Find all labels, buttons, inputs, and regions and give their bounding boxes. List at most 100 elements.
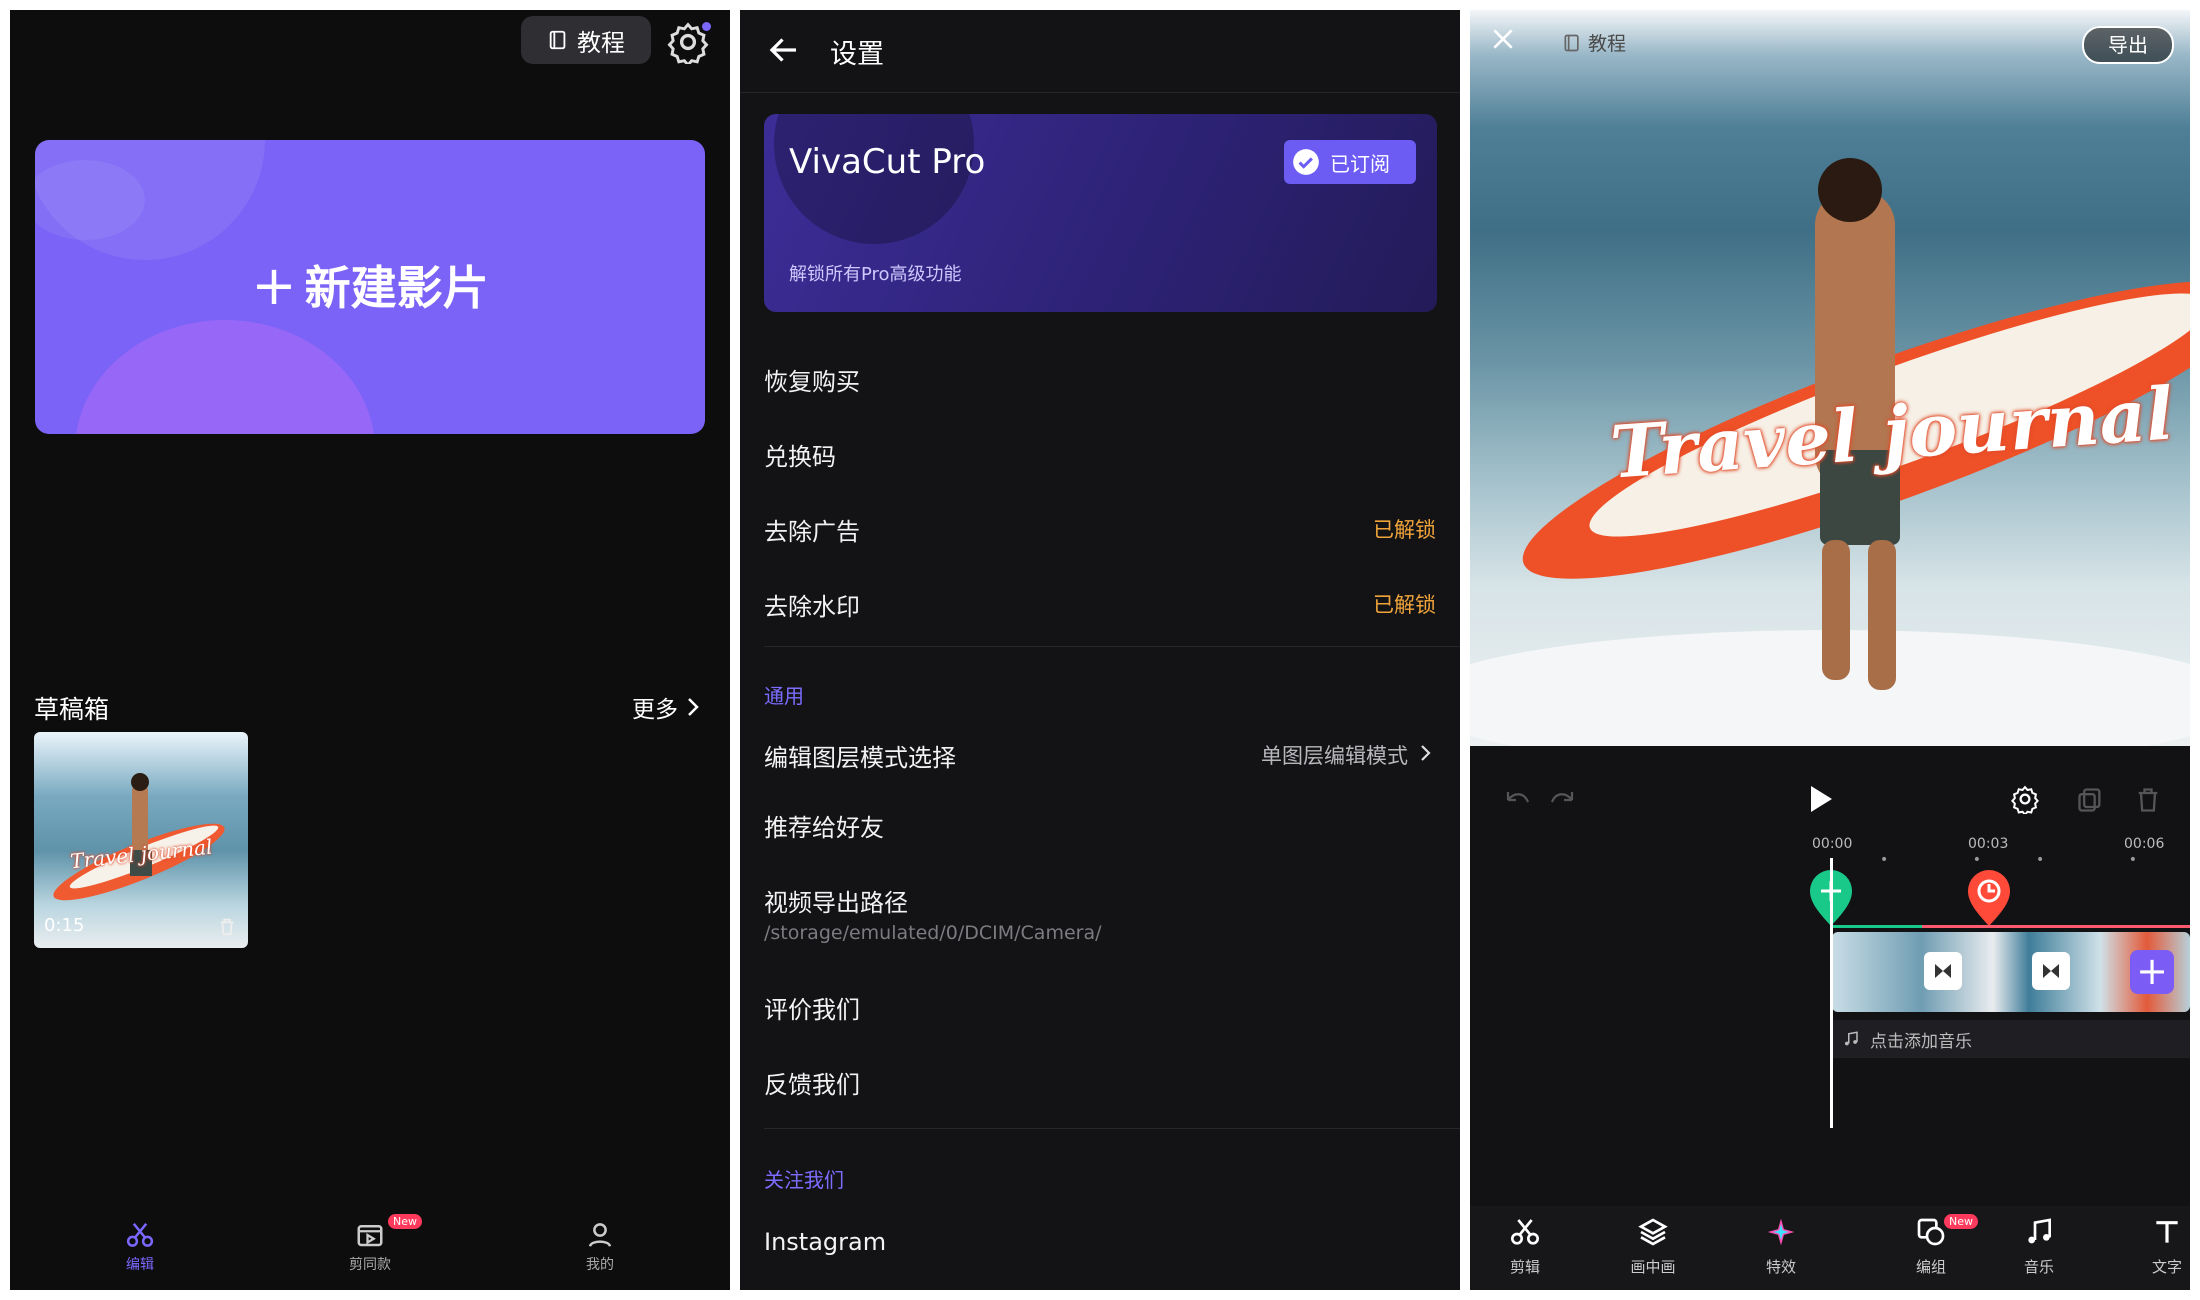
- tool-label: 音乐: [2023, 1258, 2054, 1276]
- nav-item-template[interactable]: 剪同款 New: [310, 1214, 430, 1274]
- new-project-title: + 新建影片: [35, 252, 705, 318]
- redo-icon[interactable]: [1550, 788, 1580, 810]
- gear-icon[interactable]: [2010, 784, 2040, 814]
- back-arrow-icon[interactable]: [766, 32, 802, 68]
- undo-icon[interactable]: [1500, 788, 1530, 810]
- divider: [740, 92, 1460, 93]
- add-clip-button[interactable]: +: [2130, 950, 2174, 994]
- chevron-right-icon: [1421, 745, 1431, 761]
- scissors-icon: [1511, 1219, 1539, 1245]
- transition-icon: [1935, 964, 1951, 978]
- notification-dot: [702, 22, 711, 31]
- nav-item-edit[interactable]: 编辑: [80, 1220, 200, 1274]
- close-icon[interactable]: [1490, 26, 1516, 52]
- book-icon: [1564, 34, 1579, 51]
- row-label: Instagram: [764, 1228, 887, 1256]
- settings-row-redeem[interactable]: 兑换码: [764, 437, 1436, 472]
- settings-row-instagram[interactable]: Instagram: [764, 1228, 1436, 1256]
- row-label: 编辑图层模式选择: [764, 744, 956, 772]
- row-label: 兑换码: [764, 443, 836, 471]
- new-badge: New: [1944, 1214, 1978, 1229]
- settings-row-remove-watermark[interactable]: 去除水印 已解锁: [764, 587, 1436, 622]
- effect-track-line: [1922, 925, 2190, 928]
- subscribed-badge: 已订阅: [1284, 140, 1416, 184]
- tool-text[interactable]: 文字: [2122, 1216, 2190, 1277]
- divider: [764, 1128, 1460, 1129]
- settings-row-recommend[interactable]: 推荐给好友: [764, 808, 1436, 843]
- music-note-icon: [2028, 1218, 2051, 1244]
- playback-controls: [1470, 770, 2190, 826]
- tool-group[interactable]: 编组 New: [1886, 1214, 1978, 1277]
- transition-button[interactable]: [1924, 952, 1962, 990]
- section-title-general: 通用: [764, 684, 804, 708]
- nav-item-profile[interactable]: 我的: [540, 1220, 660, 1274]
- settings-row-rate[interactable]: 评价我们: [764, 990, 1436, 1025]
- book-icon: [549, 30, 566, 50]
- copy-icon[interactable]: [2076, 786, 2104, 814]
- subscribed-label: 已订阅: [1330, 151, 1390, 176]
- trash-icon[interactable]: [216, 916, 238, 938]
- tool-cut[interactable]: 剪辑: [1480, 1216, 1570, 1277]
- check-circle-icon: [1293, 149, 1319, 175]
- row-label: 评价我们: [764, 996, 860, 1024]
- tool-label: 编组: [1915, 1258, 1946, 1276]
- transition-button[interactable]: [2032, 952, 2070, 990]
- tool-label: 画中画: [1630, 1258, 1676, 1276]
- editor-top-bar: 教程 导出: [1470, 10, 2190, 66]
- tutorial-button[interactable]: 教程: [521, 16, 651, 64]
- pro-card[interactable]: VivaCut Pro 解锁所有Pro高级功能 已订阅: [764, 114, 1437, 312]
- row-label: 去除广告: [764, 518, 860, 546]
- settings-screen: 设置 VivaCut Pro 解锁所有Pro高级功能 已订阅 恢复购买 兑换码 …: [740, 10, 1460, 1290]
- tool-music[interactable]: 音乐: [1994, 1216, 2084, 1277]
- editor-toolbar: 剪辑 画中画 特效 编组 New 音乐 文字: [1470, 1206, 2190, 1290]
- nav-label-edit: 编辑: [126, 1257, 154, 1273]
- pro-title: VivaCut Pro: [789, 142, 986, 182]
- settings-row-export-path[interactable]: 视频导出路径: [764, 883, 1436, 918]
- group-icon: [1917, 1218, 1945, 1246]
- tutorial-label: 教程: [577, 28, 625, 57]
- export-button[interactable]: 导出: [2082, 26, 2174, 64]
- page-title: 设置: [830, 39, 884, 70]
- transition-icon: [2043, 964, 2059, 978]
- plus-icon: +: [2136, 949, 2168, 993]
- music-note-icon: [1845, 1031, 1858, 1046]
- row-label: 视频导出路径: [764, 889, 908, 917]
- settings-row-layer-mode[interactable]: 编辑图层模式选择 单图层编辑模式: [764, 738, 1436, 773]
- trash-icon[interactable]: [2134, 786, 2162, 814]
- settings-row-feedback[interactable]: 反馈我们: [764, 1065, 1436, 1100]
- more-link[interactable]: 更多: [632, 690, 700, 724]
- unlocked-status: 已解锁: [1373, 518, 1436, 542]
- layers-icon: [1638, 1218, 1668, 1246]
- tutorial-label: 教程: [1588, 33, 1627, 55]
- card-decoration: [75, 320, 375, 434]
- new-badge: New: [388, 1214, 422, 1229]
- editor-screen: Travel journal 教程 导出 00:00 00:03 00:06 •…: [1470, 10, 2190, 1290]
- tool-label: 剪辑: [1509, 1258, 1540, 1276]
- tutorial-link[interactable]: 教程: [1562, 29, 1626, 56]
- scissors-icon: [126, 1222, 154, 1247]
- timer-marker-icon[interactable]: [1966, 866, 2012, 928]
- row-label: 推荐给好友: [764, 814, 884, 842]
- plus-icon: +: [251, 254, 297, 317]
- add-music-track[interactable]: 点击添加音乐: [1832, 1020, 2190, 1058]
- drafts-title: 草稿箱: [34, 695, 110, 724]
- settings-row-remove-ads[interactable]: 去除广告 已解锁: [764, 512, 1436, 547]
- home-screen: 教程 + 新建影片 草稿箱 更多 Travel journal 0:15 编辑 …: [10, 10, 730, 1290]
- row-label: 反馈我们: [764, 1071, 860, 1099]
- user-icon: [588, 1223, 612, 1247]
- settings-row-restore[interactable]: 恢复购买: [764, 362, 1436, 397]
- playhead[interactable]: [1830, 858, 1833, 1128]
- new-project-card[interactable]: + 新建影片: [35, 140, 705, 434]
- effect-track-line: [1832, 925, 1922, 928]
- play-icon[interactable]: [1808, 784, 1834, 814]
- section-title-follow: 关注我们: [764, 1168, 844, 1192]
- tool-label: 特效: [1765, 1258, 1796, 1276]
- time-mark: 00:06: [2124, 836, 2165, 852]
- video-preview[interactable]: Travel journal: [1470, 10, 2190, 746]
- draft-item[interactable]: Travel journal 0:15: [34, 732, 248, 948]
- tool-effects[interactable]: 特效: [1736, 1216, 1826, 1277]
- add-music-label: 点击添加音乐: [1870, 1031, 1972, 1052]
- unlocked-status: 已解锁: [1373, 593, 1436, 617]
- tool-pip[interactable]: 画中画: [1608, 1216, 1698, 1277]
- pro-subtitle: 解锁所有Pro高级功能: [789, 264, 962, 285]
